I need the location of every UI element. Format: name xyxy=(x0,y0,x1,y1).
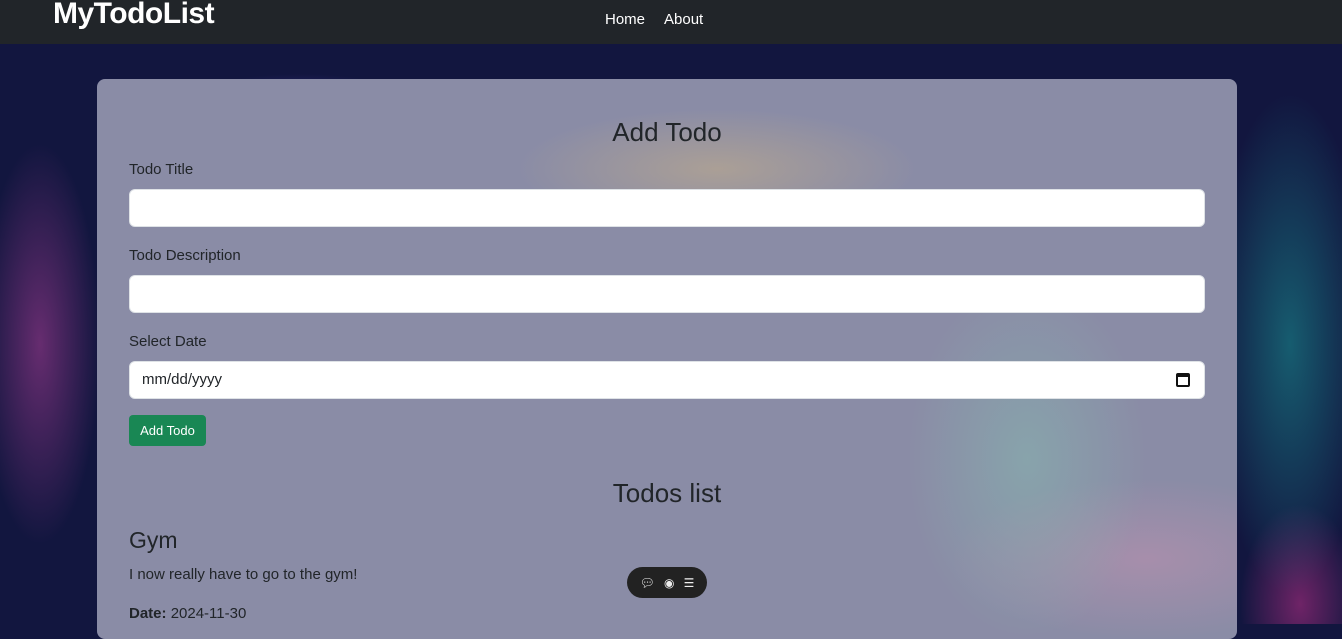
date-label: Select Date xyxy=(129,333,207,350)
description-input[interactable] xyxy=(129,275,1205,313)
description-label: Todo Description xyxy=(129,247,241,264)
calendar-icon[interactable] xyxy=(1176,373,1190,387)
chat-icon[interactable]: 💬︎ xyxy=(640,576,655,590)
todos-list-heading: Todos list xyxy=(612,478,722,508)
add-todo-button[interactable]: Add Todo xyxy=(129,415,206,446)
list-icon[interactable]: ☰ xyxy=(684,576,695,590)
title-label: Todo Title xyxy=(129,161,194,178)
todo-card: Add Todo Todo Title Todo Description Sel… xyxy=(97,79,1237,639)
todo-date: Date: 2024-11-30 xyxy=(129,605,246,622)
todo-description: I now really have to go to the gym! xyxy=(129,566,358,583)
title-input[interactable] xyxy=(129,189,1205,227)
add-todo-heading: Add Todo xyxy=(612,117,722,147)
todo-date-value: 2024-11-30 xyxy=(170,605,247,622)
navbar: MyTodoList Home About xyxy=(0,0,1342,44)
todo-title: Gym xyxy=(129,527,178,553)
floating-toolbar: 💬︎ ◉ ☰ xyxy=(627,567,707,598)
nav-about[interactable]: About xyxy=(664,11,703,28)
brand-logo[interactable]: MyTodoList xyxy=(53,0,215,31)
todo-date-label: Date: xyxy=(129,605,167,622)
eye-icon[interactable]: ◉ xyxy=(664,576,674,590)
date-input[interactable]: mm/dd/yyyy xyxy=(129,361,1205,399)
date-placeholder: mm/dd/yyyy xyxy=(142,371,223,388)
nav-home[interactable]: Home xyxy=(605,11,645,28)
